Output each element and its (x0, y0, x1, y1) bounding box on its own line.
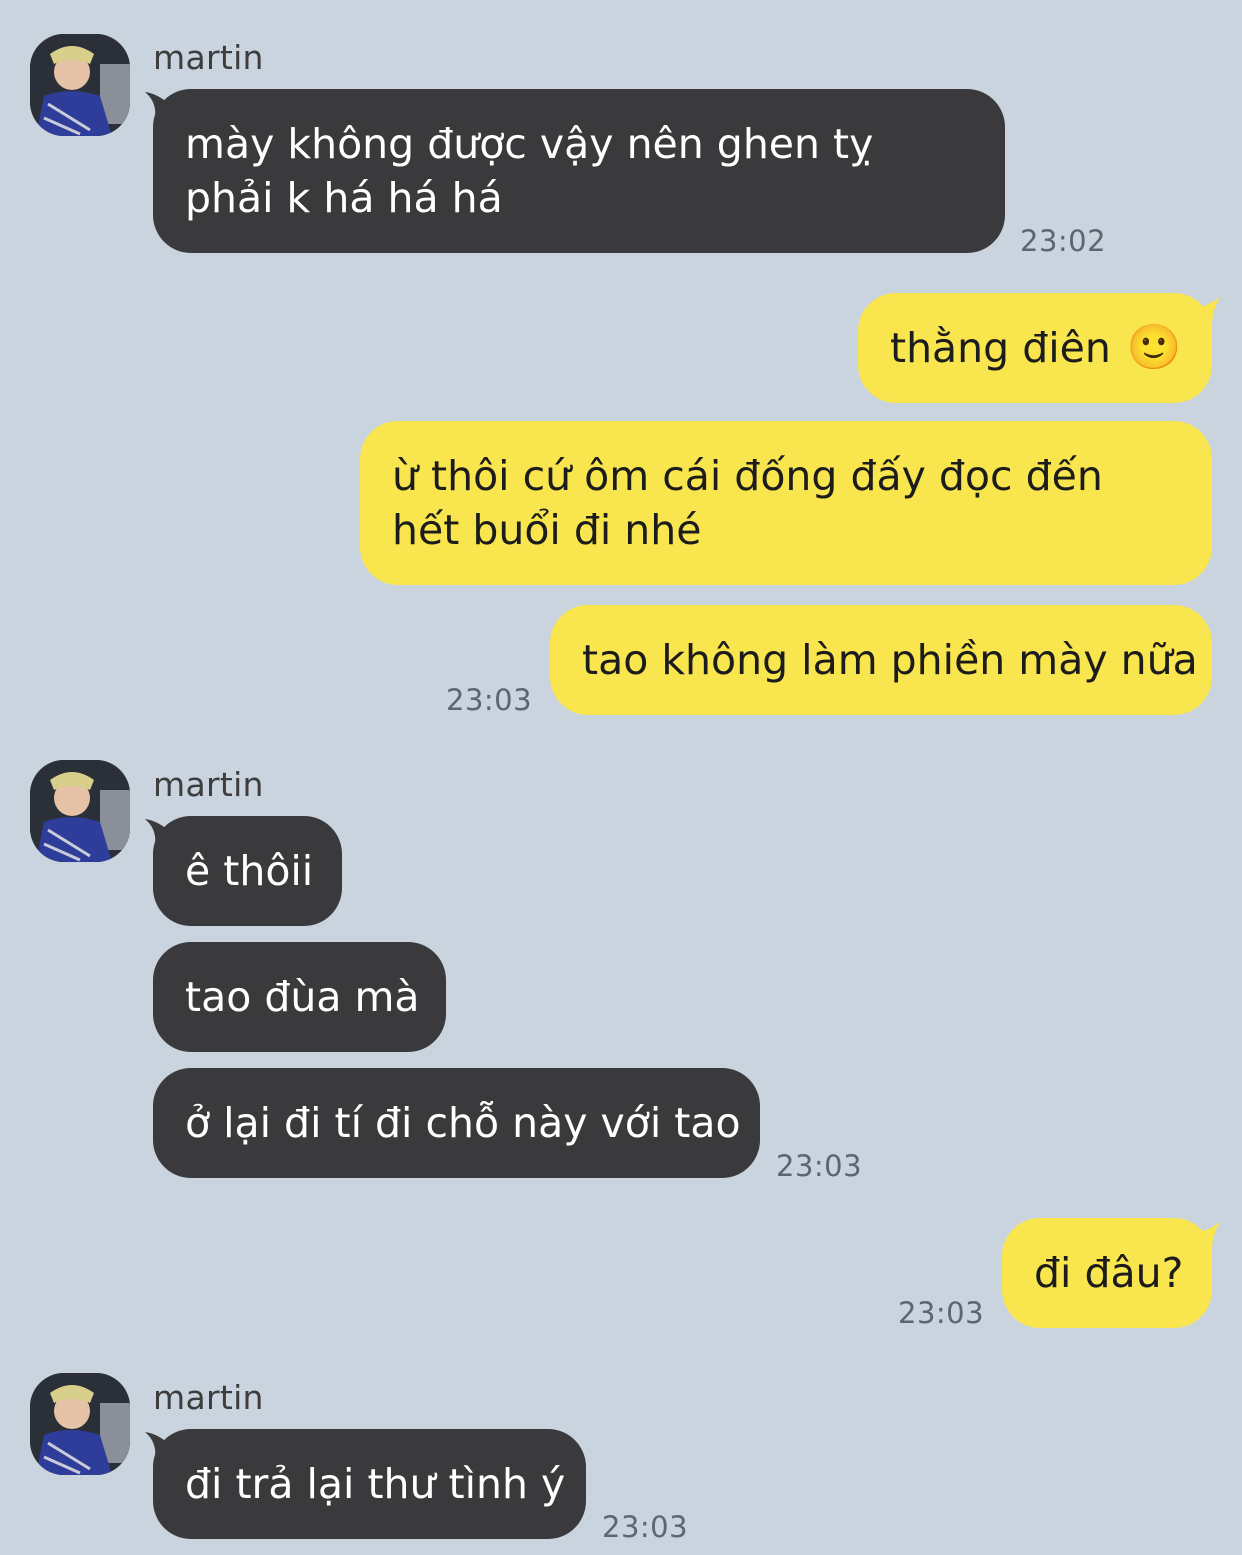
message-text: đi trả lại thư tình ý (185, 1460, 566, 1508)
message-text: thằng điên (890, 324, 1111, 372)
message-bubble-incoming[interactable]: ê thôii (153, 816, 342, 926)
message-bubble-incoming[interactable]: mày không được vậy nên ghen tỵ phải k há… (153, 89, 1005, 253)
message-timestamp: 23:03 (446, 683, 533, 717)
message-bubble-outgoing[interactable]: tao không làm phiền mày nữa (550, 605, 1212, 715)
message-text: đi đâu? (1034, 1249, 1184, 1297)
message-bubble-incoming[interactable]: ở lại đi tí đi chỗ này với tao (153, 1068, 760, 1178)
message-bubble-outgoing[interactable]: ừ thôi cứ ôm cái đống đấy đọc đến hết bu… (360, 421, 1212, 585)
sender-name: martin (153, 765, 264, 804)
message-text: mày không được vậy nên ghen tỵ phải k há… (185, 120, 874, 222)
message-text: ừ thôi cứ ôm cái đống đấy đọc đến hết bu… (392, 452, 1103, 554)
sender-name: martin (153, 1378, 264, 1417)
message-timestamp: 23:03 (776, 1149, 863, 1183)
message-text: ê thôii (185, 847, 314, 895)
message-text: tao không làm phiền mày nữa (582, 636, 1198, 684)
message-timestamp: 23:03 (602, 1510, 689, 1544)
message-bubble-outgoing[interactable]: đi đâu? (1002, 1218, 1212, 1328)
message-bubble-incoming[interactable]: tao đùa mà (153, 942, 446, 1052)
smile-emoji-icon: 🙂 (1126, 322, 1182, 373)
sender-name: martin (153, 38, 264, 77)
avatar-photo-icon (30, 760, 130, 862)
avatar[interactable] (30, 760, 130, 862)
message-text: tao đùa mà (185, 973, 420, 1021)
avatar[interactable] (30, 34, 130, 136)
message-bubble-outgoing[interactable]: thằng điên 🙂 (858, 293, 1212, 403)
message-timestamp: 23:02 (1020, 224, 1107, 258)
avatar-photo-icon (30, 1373, 130, 1475)
avatar[interactable] (30, 1373, 130, 1475)
message-timestamp: 23:03 (898, 1296, 985, 1330)
message-text: ở lại đi tí đi chỗ này với tao (185, 1099, 741, 1147)
message-bubble-incoming[interactable]: đi trả lại thư tình ý (153, 1429, 586, 1539)
avatar-photo-icon (30, 34, 130, 136)
